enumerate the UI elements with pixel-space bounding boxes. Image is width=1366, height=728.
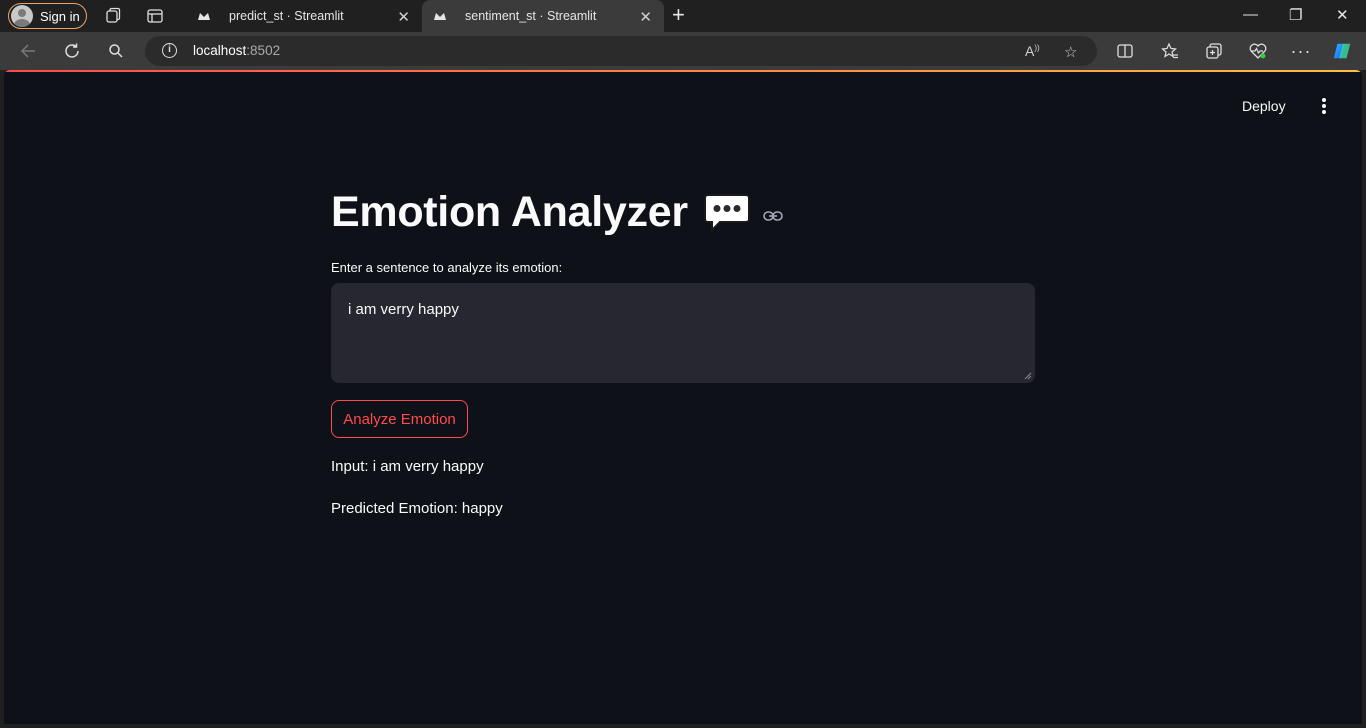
url-text: localhost:8502 — [193, 43, 281, 58]
site-info-icon[interactable]: i — [162, 43, 177, 58]
tab-title: sentiment_st · Streamlit — [465, 9, 597, 23]
browser-toolbar: i localhost:8502 A)) ☆ ··· — [0, 32, 1366, 70]
text-area-value: i am verry happy — [348, 301, 459, 318]
streamlit-app: Deploy Emotion Analyzer Enter a sentence… — [4, 70, 1362, 724]
predicted-emotion-text: Predicted Emotion: happy — [331, 500, 503, 517]
address-bar[interactable]: i localhost:8502 A)) ☆ — [145, 36, 1097, 66]
resize-handle-icon[interactable] — [1024, 372, 1032, 380]
browser-essentials-icon[interactable] — [1248, 41, 1268, 61]
sign-in-button[interactable]: Sign in — [8, 3, 87, 29]
page-title: Emotion Analyzer — [331, 188, 688, 236]
streamlit-favicon-icon — [432, 8, 448, 24]
speech-balloon-icon — [703, 193, 750, 232]
search-icon[interactable] — [106, 41, 126, 61]
title-row: Emotion Analyzer — [331, 188, 783, 237]
tab-sentiment-st[interactable]: sentiment_st · Streamlit ✕ — [422, 0, 664, 32]
header-decoration — [4, 70, 1362, 72]
new-tab-button[interactable]: + — [672, 4, 685, 26]
copilot-icon[interactable] — [1332, 41, 1352, 61]
avatar-icon — [11, 5, 33, 27]
analyze-emotion-button[interactable]: Analyze Emotion — [331, 400, 468, 438]
split-screen-icon[interactable] — [1115, 41, 1135, 61]
back-icon[interactable] — [18, 41, 38, 61]
restore-button[interactable]: ❐ — [1289, 6, 1302, 24]
tab-predict-st[interactable]: predict_st · Streamlit ✕ — [186, 0, 422, 32]
browser-title-bar: Sign in predict_st · Streamlit ✕ sentime… — [0, 0, 1366, 32]
close-tab-icon[interactable]: ✕ — [639, 8, 652, 26]
refresh-icon[interactable] — [62, 41, 82, 61]
sign-in-label: Sign in — [40, 8, 80, 24]
text-area-label: Enter a sentence to analyze its emotion: — [331, 260, 563, 275]
anchor-link-icon[interactable] — [762, 210, 783, 222]
main-menu-icon[interactable] — [1320, 98, 1328, 114]
close-tab-icon[interactable]: ✕ — [397, 8, 410, 26]
sentence-text-area[interactable]: i am verry happy — [331, 283, 1035, 383]
streamlit-favicon-icon — [196, 8, 212, 24]
input-echo-text: Input: i am verry happy — [331, 458, 484, 475]
collections-icon[interactable] — [1204, 41, 1224, 61]
favorites-icon[interactable] — [1160, 41, 1180, 61]
more-options-icon[interactable]: ··· — [1291, 41, 1311, 61]
workspaces-icon[interactable] — [104, 7, 122, 25]
tab-title: predict_st · Streamlit — [229, 9, 344, 23]
vertical-tabs-icon[interactable] — [146, 7, 164, 25]
favorite-star-icon[interactable]: ☆ — [1064, 43, 1077, 61]
deploy-button[interactable]: Deploy — [1242, 98, 1286, 114]
window-close-button[interactable]: ✕ — [1336, 6, 1349, 24]
minimize-button[interactable]: — — [1243, 6, 1258, 23]
read-aloud-icon[interactable]: A)) — [1025, 43, 1040, 59]
